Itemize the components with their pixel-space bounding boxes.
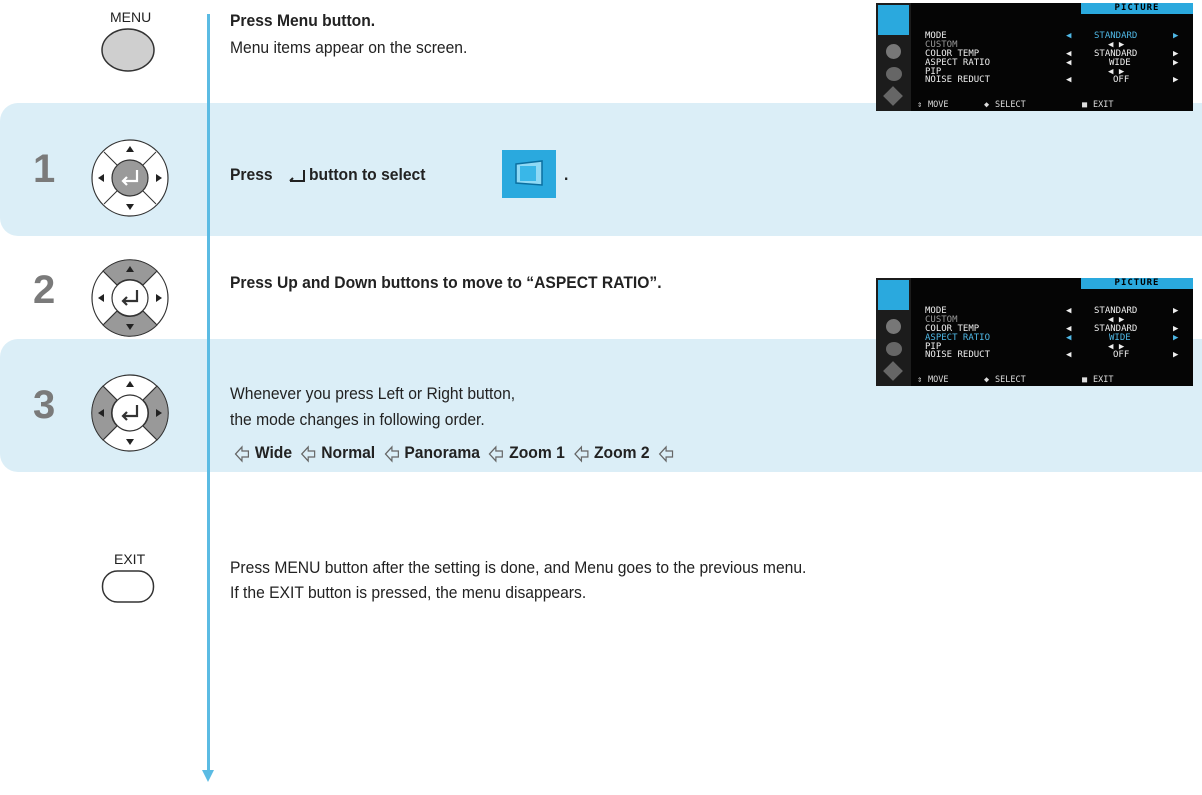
osd-move-icon: ⇕ [917, 375, 923, 385]
osd-screen-2: PICTURE MODE CUSTOM COLOR TEMP ASPECT RA… [876, 278, 1193, 386]
osd-select-icon: ◆ [984, 375, 990, 385]
osd-right-arrow-icon: ▶ [1173, 58, 1179, 68]
tools-tab-icon [883, 361, 903, 381]
cycle-arrow-icon [301, 444, 316, 463]
osd-left-arrow-icon: ◀ [1066, 333, 1072, 343]
osd-exit-icon: ■ [1082, 100, 1088, 110]
step3-line1: Whenever you press Left or Right button, [230, 384, 516, 403]
osd-move-icon: ⇕ [917, 100, 923, 110]
sequence-item: Panorama [404, 443, 480, 462]
dpad-enter-icon [91, 139, 169, 217]
osd-footer-exit: EXIT [1093, 375, 1114, 385]
color-tab-icon [886, 319, 901, 334]
osd-left-arrow-icon: ◀ [1066, 75, 1072, 85]
menu-button-label: MENU [110, 9, 152, 25]
satellite-tab-icon [886, 342, 902, 356]
osd-title: PICTURE [1081, 278, 1193, 289]
flow-line [207, 14, 210, 776]
sequence-item: Zoom 1 [509, 443, 565, 462]
picture-tab-icon [878, 280, 909, 310]
dpad-leftright-icon [91, 374, 169, 452]
osd-footer-move: MOVE [928, 375, 949, 385]
cycle-arrow-icon [658, 444, 673, 463]
step-number-3: 3 [33, 383, 56, 427]
sequence-item: Wide [254, 443, 293, 462]
osd-right-arrow-icon: ▶ [1173, 306, 1179, 316]
osd-left-arrow-icon: ◀ [1066, 350, 1072, 360]
osd-footer-exit: EXIT [1093, 100, 1114, 110]
step2-text: Press Up and Down buttons to move to “AS… [230, 273, 662, 292]
sequence-item: Zoom 2 [593, 443, 650, 462]
step1-text-end: . [564, 165, 569, 184]
osd-row-label: NOISE REDUCT [925, 350, 991, 360]
dpad-updown-icon [91, 259, 169, 337]
step1-text-pre: Press [230, 165, 273, 184]
step-number-2: 2 [33, 268, 56, 312]
picture-tab-icon [878, 5, 909, 35]
osd-footer-move: MOVE [928, 100, 949, 110]
osd-right-arrow-icon: ▶ [1173, 350, 1179, 360]
exit-line2: If the EXIT button is pressed, the menu … [230, 583, 587, 602]
osd-footer-select: SELECT [995, 375, 1026, 385]
step1-text-post: button to select [309, 165, 426, 184]
osd-left-arrow-icon: ◀ [1066, 31, 1072, 41]
cycle-arrow-icon [489, 444, 504, 463]
osd-screen-1: PICTURE MODE CUSTOM COLOR TEMP ASPECT RA… [876, 3, 1193, 111]
picture-menu-icon [502, 150, 556, 198]
osd-row-value: OFF [1113, 350, 1130, 360]
osd-left-arrow-icon: ◀ [1066, 306, 1072, 316]
cycle-arrow-icon [234, 444, 249, 463]
exit-button-label: EXIT [114, 551, 146, 567]
cycle-arrow-icon [573, 444, 589, 463]
aspect-sequence: Wide Normal Panorama Zoom 1 Zoom 2 [230, 443, 679, 463]
osd-footer-select: SELECT [995, 100, 1026, 110]
osd-title: PICTURE [1081, 3, 1193, 14]
cycle-arrow-icon [384, 444, 399, 463]
satellite-tab-icon [886, 67, 902, 81]
osd-icon-column [876, 278, 911, 386]
osd-right-arrow-icon: ▶ [1173, 75, 1179, 85]
step-number-1: 1 [33, 147, 56, 191]
color-tab-icon [886, 44, 901, 59]
menu-button[interactable] [100, 27, 156, 73]
flow-arrow-icon [202, 770, 214, 782]
osd-row-label: NOISE REDUCT [925, 75, 991, 85]
step3-line2: the mode changes in following order. [230, 410, 485, 429]
osd-row-value: OFF [1113, 75, 1130, 85]
osd-left-arrow-icon: ◀ [1066, 58, 1072, 68]
exit-button[interactable] [101, 569, 155, 605]
enter-key-icon [289, 170, 305, 182]
osd-exit-icon: ■ [1082, 375, 1088, 385]
osd-icon-column [876, 3, 911, 111]
osd-select-icon: ◆ [984, 100, 990, 110]
tools-tab-icon [883, 86, 903, 106]
step1-band [0, 103, 1202, 236]
exit-line1: Press MENU button after the setting is d… [230, 558, 807, 577]
osd-right-arrow-icon: ▶ [1173, 333, 1179, 343]
sequence-item: Normal [321, 443, 376, 462]
intro-title: Press Menu button. [230, 11, 376, 30]
osd-right-arrow-icon: ▶ [1173, 31, 1179, 41]
intro-body: Menu items appear on the screen. [230, 38, 468, 57]
